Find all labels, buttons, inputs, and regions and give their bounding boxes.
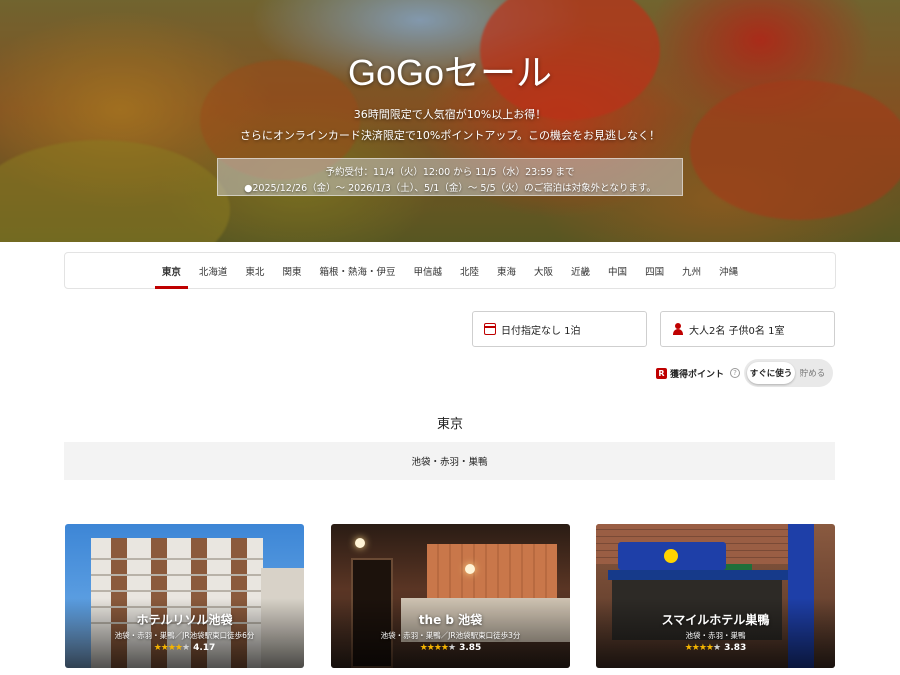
star-rating-icon: ★★★★★ [153, 643, 190, 653]
date-selector-label: 日付指定なし 1泊 [501, 325, 581, 337]
tab-region-1[interactable]: 北海道 [190, 253, 237, 288]
tab-region-5[interactable]: 甲信越 [404, 253, 451, 288]
points-label-row: R 獲得ポイント ? [656, 364, 741, 382]
area-filter[interactable]: 池袋・赤羽・巣鴨 [64, 442, 835, 480]
points-toggle: すぐに使う 貯める [744, 359, 833, 387]
hotel-rating-value: 4.17 [193, 643, 216, 653]
hotel-rating-value: 3.85 [459, 643, 482, 653]
area-filter-label: 池袋・赤羽・巣鴨 [411, 457, 488, 468]
hero-subtitle-2: さらにオンラインカード決済限定で10%ポイントアップ。この機会をお見逃しなく！ [239, 129, 661, 142]
help-icon[interactable]: ? [730, 368, 741, 378]
points-save-option[interactable]: 貯める [795, 367, 830, 379]
tab-region-10[interactable]: 中国 [599, 253, 636, 288]
hotel-rating: ★★★★★ 3.83 [596, 643, 835, 653]
hotel-name: スマイルホテル巣鴨 [661, 613, 770, 627]
tab-region-8[interactable]: 大阪 [525, 253, 562, 288]
lamp-graphic [465, 564, 475, 574]
person-icon [672, 323, 684, 335]
region-tabs: 東京 北海道 東北 関東 箱根・熱海・伊豆 甲信越 北陸 東海 大阪 近畿 中国 四国 九州 沖縄 [64, 252, 836, 289]
hotel-location: 池袋・赤羽・巣鴨／JR池袋駅東口徒歩3分 [380, 631, 521, 640]
smile-logo-icon [663, 549, 678, 563]
tab-region-2[interactable]: 東北 [236, 253, 273, 288]
hotel-card[interactable]: ホテルリソル池袋 池袋・赤羽・巣鴨／JR池袋駅東口徒歩6分 ★★★★★ 4.17 [65, 524, 304, 668]
tab-region-12[interactable]: 九州 [673, 253, 710, 288]
tab-region-7[interactable]: 東海 [488, 253, 525, 288]
notice-booking-period: 予約受付：11/4（火）12:00 から 11/5（水）23:59 まで [325, 167, 575, 178]
hotel-location: 池袋・赤羽・巣鴨 [685, 631, 746, 640]
hotel-card[interactable]: スマイルホテル巣鴨 池袋・赤羽・巣鴨 ★★★★★ 3.83 [596, 524, 835, 668]
tab-region-11[interactable]: 四国 [636, 253, 673, 288]
hotel-sign-graphic [618, 542, 726, 570]
notice-exclusion: ●2025/12/26（金）～ 2026/1/3（土）、5/1（金）～ 5/5（… [244, 183, 656, 194]
facade-graphic [608, 570, 788, 580]
notice-box: 予約受付：11/4（火）12:00 から 11/5（水）23:59 まで ●20… [217, 158, 683, 196]
tab-region-4[interactable]: 箱根・熱海・伊豆 [310, 253, 404, 288]
tab-region-9[interactable]: 近畿 [562, 253, 599, 288]
star-rating-icon: ★★★★★ [419, 643, 456, 653]
calendar-icon [484, 323, 496, 335]
points-label: 獲得ポイント [670, 369, 725, 380]
lamp-graphic [355, 538, 365, 548]
tab-region-13[interactable]: 沖縄 [710, 253, 747, 288]
hero-title: GoGoセール [347, 52, 553, 93]
date-selector[interactable]: 日付指定なし 1泊 [472, 311, 647, 347]
points-use-now-option[interactable]: すぐに使う [747, 362, 795, 384]
rakuten-r-icon: R [656, 367, 667, 379]
hotel-name: the b 池袋 [418, 613, 483, 627]
hotel-card[interactable]: the b 池袋 池袋・赤羽・巣鴨／JR池袋駅東口徒歩3分 ★★★★★ 3.85 [331, 524, 570, 668]
hotel-name: ホテルリソル池袋 [136, 613, 233, 627]
star-rating-icon: ★★★★★ [684, 643, 721, 653]
hotel-rating-value: 3.83 [724, 643, 747, 653]
hotel-rating: ★★★★★ 3.85 [331, 643, 570, 653]
guests-selector-label: 大人2名 子供0名 1室 [689, 325, 785, 337]
section-title: 東京 [436, 417, 463, 432]
hotel-location: 池袋・赤羽・巣鴨／JR池袋駅東口徒歩6分 [114, 631, 255, 640]
hotel-rating: ★★★★★ 4.17 [65, 643, 304, 653]
hero-subtitle-1: 36時間限定で人気宿が10%以上お得！ [353, 108, 547, 121]
tab-region-0[interactable]: 東京 [153, 253, 190, 289]
hero-banner: GoGoセール 36時間限定で人気宿が10%以上お得！ さらにオンラインカード決… [0, 0, 900, 242]
tab-region-3[interactable]: 関東 [273, 253, 310, 288]
tab-region-6[interactable]: 北陸 [451, 253, 488, 288]
guests-selector[interactable]: 大人2名 子供0名 1室 [660, 311, 835, 347]
